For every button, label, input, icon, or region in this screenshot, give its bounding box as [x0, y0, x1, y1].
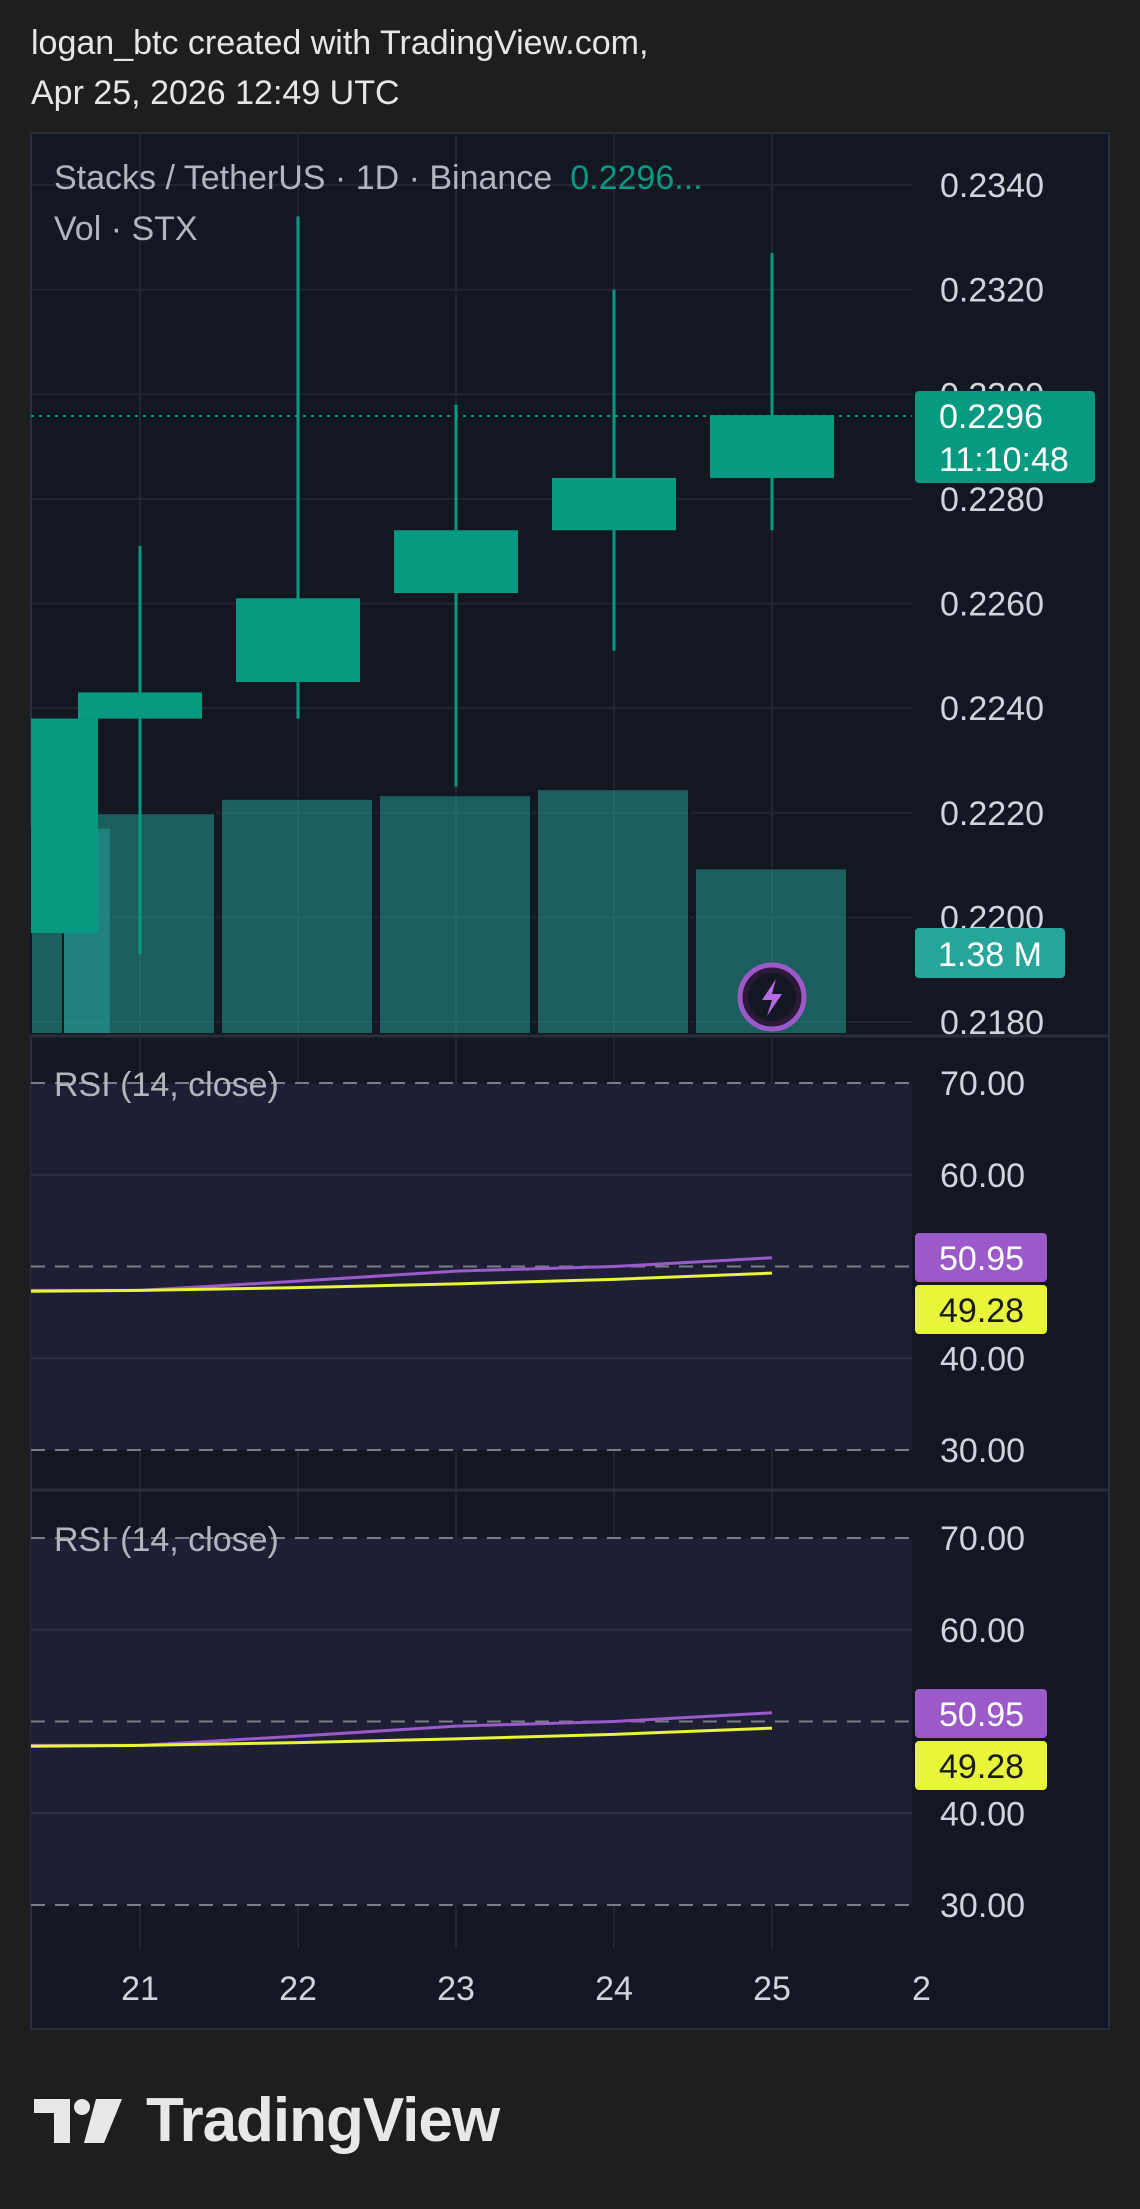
last-price-value: 0.2296: [939, 398, 1043, 436]
time-tick-label: 2: [912, 1970, 931, 2008]
candle-body-24: [552, 477, 676, 531]
price-tick-label: 0.2180: [940, 1004, 1044, 1042]
price-tick-label: 0.2340: [940, 167, 1044, 205]
price-tick-label: 0.2260: [940, 586, 1044, 624]
time-tick-label: 24: [595, 1970, 633, 2008]
countdown-value: 11:10:48: [939, 441, 1069, 479]
price-tick-label: 0.2280: [940, 481, 1044, 519]
chart-canvas[interactable]: 0.23400.23200.23000.22800.22600.22400.22…: [0, 0, 1140, 2209]
rsi-tick-label: 40.00: [940, 1340, 1025, 1378]
rsi-label-2: RSI (14, close): [54, 1521, 279, 1559]
candle-body-23: [394, 530, 518, 594]
rsi-badge-2-value: 50.95: [939, 1696, 1024, 1734]
symbol-legend: Stacks / TetherUS · 1D · Binance 0.2296..…: [54, 159, 703, 197]
candle-body-21: [78, 692, 202, 719]
volume-bar-24: [536, 788, 690, 1036]
candle-body-20: [31, 718, 98, 934]
candle-body-22: [236, 598, 360, 682]
rsi-label-1: RSI (14, close): [54, 1066, 279, 1104]
price-tick-label: 0.2240: [940, 690, 1044, 728]
rsi-tick-label: 40.00: [940, 1795, 1025, 1833]
rsi-badge-1-value: 50.95: [939, 1240, 1024, 1278]
volume-badge-value: 1.38 M: [938, 936, 1042, 974]
lightning-icon[interactable]: [737, 962, 807, 1032]
candle-body-25: [710, 415, 834, 478]
tradingview-brand: TradingView: [146, 2086, 500, 2155]
volume-legend: Vol · STX: [54, 210, 198, 248]
tradingview-logo: TradingView: [34, 2085, 500, 2156]
rsi-tick-label: 70.00: [940, 1520, 1025, 1558]
rsi-ma-badge-1-value: 49.28: [939, 1292, 1024, 1330]
rsi-ma-badge-2-value: 49.28: [939, 1748, 1024, 1786]
tradingview-logo-icon: [34, 2098, 122, 2143]
rsi-tick-label: 60.00: [940, 1157, 1025, 1195]
time-tick-label: 22: [279, 1970, 317, 2008]
price-tick-label: 0.2220: [940, 795, 1044, 833]
time-tick-label: 21: [121, 1970, 159, 2008]
volume-bar-22: [220, 797, 374, 1035]
rsi-tick-label: 70.00: [940, 1065, 1025, 1103]
rsi-tick-label: 60.00: [940, 1612, 1025, 1650]
price-tick-label: 0.2320: [940, 272, 1044, 310]
time-tick-label: 25: [753, 1970, 791, 2008]
time-tick-label: 23: [437, 1970, 475, 2008]
rsi-tick-label: 30.00: [940, 1432, 1025, 1470]
rsi-tick-label: 30.00: [940, 1887, 1025, 1925]
volume-bar-23: [378, 794, 532, 1036]
